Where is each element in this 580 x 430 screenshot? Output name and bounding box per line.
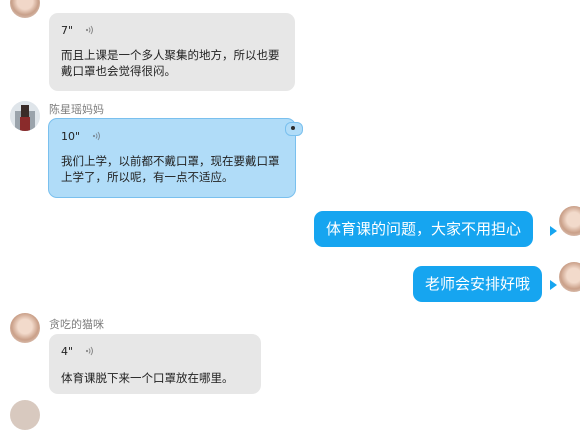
outgoing-message-bubble[interactable]: 体育课的问题，大家不用担心 [314, 211, 534, 247]
bubble-decoration-icon [285, 122, 303, 136]
voice-duration: 10" [61, 129, 81, 143]
bubble-tail [550, 280, 557, 290]
sender-name: 陈星瑶妈妈 [49, 103, 104, 116]
voice-duration: 4" [61, 344, 74, 358]
voice-message-bubble[interactable]: 7" 而且上课是一个多人聚集的地方，所以也要戴口罩也会觉得很闷。 [49, 13, 295, 91]
my-avatar[interactable] [559, 262, 580, 292]
message-text: 老师会安排好哦 [425, 275, 531, 293]
outgoing-message-bubble[interactable]: 老师会安排好哦 [413, 266, 543, 302]
voice-message-bubble[interactable]: 10" 我们上学，以前都不戴口罩，现在要戴口罩上学了，所以呢，有一点不适应。 [48, 118, 296, 198]
sender-name: 贪吃的猫咪 [49, 318, 104, 331]
message-text: 体育课脱下来一个口罩放在哪里。 [61, 371, 234, 385]
message-text: 而且上课是一个多人聚集的地方，所以也要戴口罩也会觉得很闷。 [61, 48, 280, 78]
bubble-tail [550, 226, 557, 236]
voice-duration: 7" [61, 23, 74, 37]
avatar-photo-icon [10, 101, 40, 131]
avatar[interactable] [10, 0, 40, 18]
voice-row: 10" [61, 129, 283, 143]
message-text: 体育课的问题，大家不用担心 [326, 220, 522, 238]
avatar[interactable] [10, 101, 40, 131]
avatar[interactable] [10, 313, 40, 343]
message-text: 我们上学，以前都不戴口罩，现在要戴口罩上学了，所以呢，有一点不适应。 [61, 154, 280, 184]
voice-row: 4" [61, 344, 249, 358]
voice-wave-icon [85, 346, 95, 356]
voice-wave-icon [85, 25, 95, 35]
voice-row: 7" [61, 23, 283, 37]
voice-message-bubble[interactable]: 4" 体育课脱下来一个口罩放在哪里。 [49, 334, 261, 394]
avatar[interactable] [10, 400, 40, 430]
my-avatar[interactable] [559, 206, 580, 236]
voice-wave-icon [92, 131, 102, 141]
